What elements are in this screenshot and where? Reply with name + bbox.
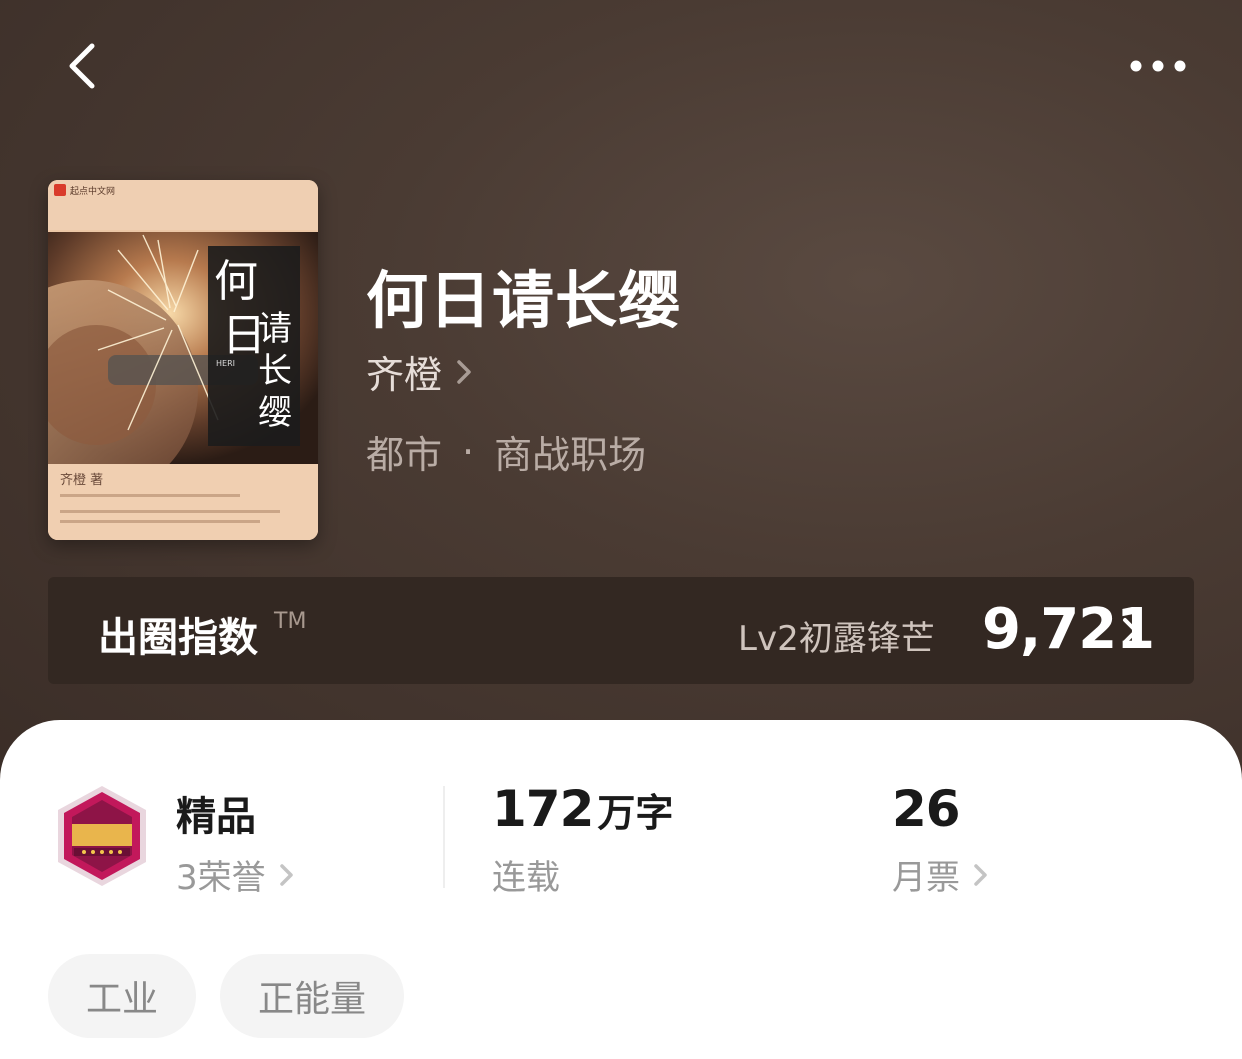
tag-chip[interactable]: 正能量 bbox=[220, 954, 405, 1038]
book-cover[interactable]: 起点中文网 何 日 请 长 缨 HERI 齐橙 著 bbox=[48, 180, 318, 540]
chevron-left-icon bbox=[69, 43, 95, 89]
publisher-logo-icon bbox=[54, 184, 66, 196]
tag-list: 工业 正能量 bbox=[48, 954, 405, 1038]
honors-link[interactable]: 3荣誉 bbox=[176, 850, 296, 899]
book-header: 起点中文网 何 日 请 长 缨 HERI 齐橙 著 何日请长缨 齐橙 都市 · … bbox=[0, 0, 1242, 800]
subcategory: 商战职场 bbox=[494, 433, 647, 477]
monthly-tickets-label: 月票 bbox=[892, 858, 960, 898]
genre-line: 都市 · 商战职场 bbox=[366, 424, 646, 479]
author-name: 齐橙 bbox=[366, 353, 443, 397]
cover-author-line: 齐橙 著 bbox=[60, 472, 103, 488]
breakout-index-level: Lv2初露锋芒 bbox=[738, 619, 935, 659]
premium-channel-badge-icon[interactable] bbox=[50, 784, 154, 888]
monthly-tickets-link[interactable]: 月票 bbox=[892, 850, 990, 899]
back-button[interactable] bbox=[56, 36, 116, 96]
author-link[interactable]: 齐橙 bbox=[366, 344, 474, 399]
word-count-unit: 万字 bbox=[597, 791, 674, 835]
quality-title: 精品 bbox=[176, 794, 256, 840]
chevron-right-icon bbox=[1123, 618, 1138, 644]
breakout-index-label: 出圈指数 bbox=[98, 615, 258, 661]
cover-title-char-4: 长 bbox=[258, 351, 292, 391]
chevron-right-icon bbox=[457, 359, 471, 384]
genre-separator: · bbox=[462, 429, 475, 474]
category: 都市 bbox=[366, 433, 443, 477]
monthly-tickets-value: 26 bbox=[892, 780, 961, 838]
trademark-mark: TM bbox=[274, 609, 307, 634]
cover-publisher: 起点中文网 bbox=[70, 185, 115, 197]
honors-count: 3荣誉 bbox=[176, 858, 266, 898]
word-count: 172 万字 bbox=[492, 780, 673, 838]
cover-title-char-1: 何 bbox=[214, 256, 258, 307]
more-button[interactable] bbox=[1120, 46, 1200, 86]
stats-divider bbox=[443, 786, 445, 888]
cover-title-char-3: 请 bbox=[258, 309, 292, 349]
cover-latin: HERI bbox=[216, 359, 235, 368]
breakout-index-bar[interactable]: 出圈指数 TM Lv2初露锋芒 9,721 bbox=[48, 577, 1194, 684]
tag-chip[interactable]: 工业 bbox=[48, 954, 197, 1038]
chevron-right-icon bbox=[279, 863, 293, 886]
word-count-number: 172 bbox=[492, 780, 594, 838]
chevron-right-icon bbox=[974, 863, 987, 886]
more-dots-icon bbox=[1130, 60, 1186, 72]
cover-title-char-5: 缨 bbox=[258, 393, 292, 433]
book-title: 何日请长缨 bbox=[366, 264, 682, 337]
serial-status: 连载 bbox=[492, 858, 560, 898]
